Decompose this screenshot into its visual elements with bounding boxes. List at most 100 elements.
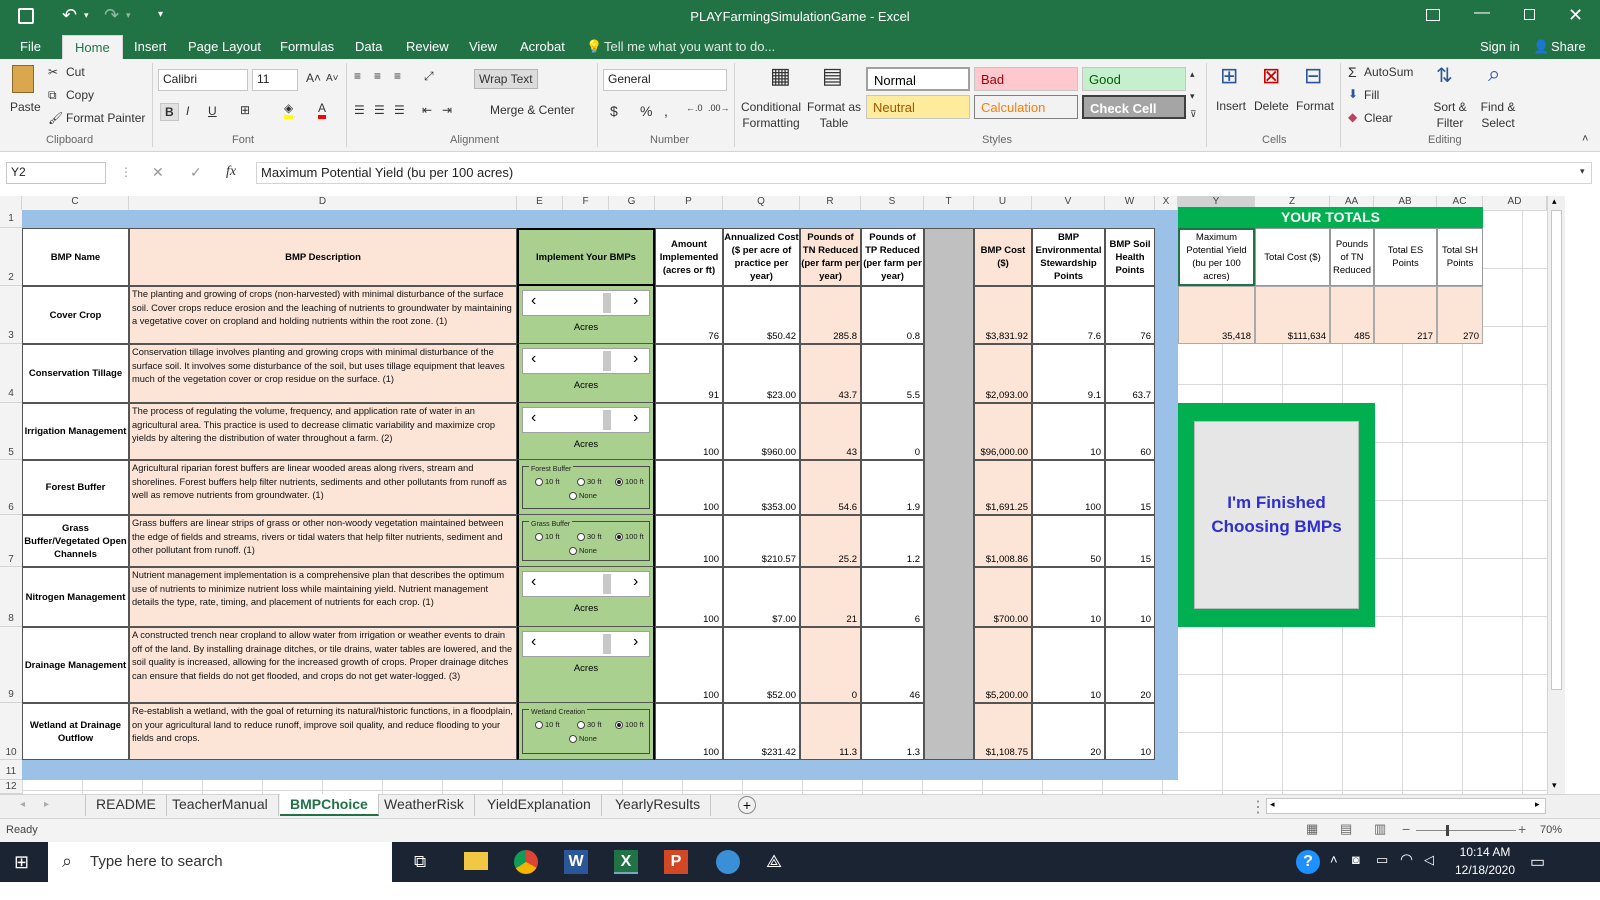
align-left-icon[interactable]: ☰: [354, 103, 365, 117]
zoom-out-icon[interactable]: −: [1402, 821, 1410, 837]
tab-review[interactable]: Review: [406, 37, 449, 57]
bmp-tn-value[interactable]: 43.7: [800, 344, 861, 403]
total-cost-value[interactable]: $111,634: [1255, 286, 1330, 344]
column-header[interactable]: R: [800, 196, 861, 210]
tray-up-icon[interactable]: ˄: [1330, 852, 1338, 867]
bmp-bmp-cost-value[interactable]: $1,691.25: [974, 460, 1032, 515]
align-bottom-icon[interactable]: ≡: [394, 69, 401, 83]
row-header[interactable]: 7: [0, 515, 22, 567]
minimize-icon[interactable]: —: [1474, 4, 1490, 22]
finish-button[interactable]: I'm Finished Choosing BMPs: [1194, 421, 1359, 609]
merge-center-button[interactable]: Merge & Center: [490, 103, 575, 117]
vertical-scroll-thumb[interactable]: [1551, 210, 1562, 690]
sheet-tab-readme[interactable]: README: [85, 794, 167, 816]
tab-home[interactable]: Home: [62, 35, 123, 59]
align-middle-icon[interactable]: ≡: [374, 69, 381, 83]
currency-icon[interactable]: $: [610, 103, 618, 119]
bmp-tp-value[interactable]: 5.5: [861, 344, 924, 403]
borders-icon[interactable]: ⊞: [240, 103, 250, 117]
bmp-es-value[interactable]: 100: [1032, 460, 1105, 515]
help-icon[interactable]: ?: [1296, 850, 1320, 874]
format-cells-button[interactable]: Format: [1296, 99, 1334, 113]
tab-data[interactable]: Data: [355, 37, 382, 57]
radio-100ft[interactable]: 100 ft: [615, 477, 644, 487]
column-header[interactable]: E: [517, 196, 563, 210]
italic-icon[interactable]: I: [186, 104, 189, 118]
radio-10ft[interactable]: 10 ft: [535, 532, 560, 542]
close-icon[interactable]: ✕: [1568, 5, 1583, 26]
fill-color-icon[interactable]: ◈: [284, 101, 294, 119]
radio-100ft[interactable]: 100 ft: [615, 720, 644, 730]
scroll-left-arrow-icon[interactable]: ‹: [531, 633, 536, 651]
bmp-amount-value[interactable]: 100: [655, 567, 723, 627]
formula-input[interactable]: Maximum Potential Yield (bu per 100 acre…: [256, 162, 1592, 184]
style-calculation[interactable]: Calculation: [974, 95, 1078, 119]
row-header[interactable]: 10: [0, 703, 22, 760]
page-break-view-icon[interactable]: ▥: [1374, 821, 1386, 837]
style-good[interactable]: Good: [1082, 67, 1186, 91]
total-tn-value[interactable]: 485: [1330, 286, 1374, 344]
page-layout-view-icon[interactable]: ▤: [1340, 821, 1352, 837]
style-normal[interactable]: Normal: [866, 67, 970, 91]
column-header[interactable]: V: [1032, 196, 1105, 210]
column-header[interactable]: P: [655, 196, 723, 210]
bold-icon[interactable]: B: [160, 103, 179, 121]
normal-view-icon[interactable]: ▦: [1306, 821, 1318, 837]
chrome-icon[interactable]: [514, 850, 538, 874]
bmp-cost-value[interactable]: $231.42: [723, 703, 800, 760]
align-top-icon[interactable]: ≡: [354, 69, 361, 83]
collapse-ribbon-icon[interactable]: ˄: [1582, 133, 1588, 145]
radio-10ft[interactable]: 10 ft: [535, 720, 560, 730]
style-check-cell[interactable]: Check Cell: [1082, 95, 1186, 119]
excel-icon[interactable]: X: [614, 850, 638, 874]
grow-font-icon[interactable]: A˄: [306, 71, 321, 85]
globe-search-icon[interactable]: [716, 850, 740, 874]
font-color-icon[interactable]: A: [318, 101, 327, 119]
bmp-tn-value[interactable]: 285.8: [800, 286, 861, 344]
paste-icon[interactable]: [12, 65, 34, 93]
column-header[interactable]: W: [1105, 196, 1155, 210]
row-header[interactable]: 9: [0, 627, 22, 703]
total-es-value[interactable]: 217: [1374, 286, 1437, 344]
restore-icon[interactable]: [1524, 9, 1535, 20]
shrink-font-icon[interactable]: A˅: [326, 73, 339, 84]
sheet-tab-yearlyresults[interactable]: YearlyResults: [605, 794, 712, 816]
insert-function-icon[interactable]: fx: [226, 164, 236, 180]
row-header[interactable]: 3: [0, 286, 22, 344]
increase-indent-icon[interactable]: ⇥: [442, 103, 452, 117]
row-header[interactable]: 2: [0, 228, 22, 286]
column-header[interactable]: X: [1155, 196, 1178, 210]
wrap-text-button[interactable]: Wrap Text: [474, 69, 538, 89]
bmp-sh-value[interactable]: 76: [1105, 286, 1155, 344]
zoom-slider-thumb[interactable]: [1446, 825, 1449, 836]
column-header[interactable]: T: [924, 196, 974, 210]
bmp-es-value[interactable]: 10: [1032, 567, 1105, 627]
horizontal-scrollbar[interactable]: ◂ ▸: [1266, 798, 1546, 814]
powerpoint-icon[interactable]: P: [664, 850, 688, 874]
windows-start-icon[interactable]: ⊞: [14, 852, 29, 873]
scroll-thumb[interactable]: [603, 574, 611, 594]
scroll-left-arrow-icon[interactable]: ‹: [531, 409, 536, 427]
row-header[interactable]: 1: [0, 210, 22, 228]
volume-icon[interactable]: ◁: [1424, 852, 1434, 868]
bmp-bmp-cost-value[interactable]: $5,200.00: [974, 627, 1032, 703]
taskbar-search[interactable]: ⌕ Type here to search: [48, 842, 392, 882]
zoom-level[interactable]: 70%: [1540, 824, 1562, 836]
scroll-thumb[interactable]: [603, 410, 611, 430]
clock-date[interactable]: 12/18/2020: [1450, 863, 1520, 877]
styles-scroll-down-icon[interactable]: ▾: [1190, 91, 1195, 102]
number-format-select[interactable]: General: [603, 69, 727, 91]
scroll-left-arrow-icon[interactable]: ‹: [531, 350, 536, 368]
sheet-tab-bmpchoice[interactable]: BMPChoice: [280, 794, 379, 816]
decrease-indent-icon[interactable]: ⇤: [422, 103, 432, 117]
total-yield-value[interactable]: 35,418: [1178, 286, 1255, 344]
bmp-es-value[interactable]: 10: [1032, 403, 1105, 460]
bmp-es-value[interactable]: 7.6: [1032, 286, 1105, 344]
row-header[interactable]: 11: [0, 760, 22, 780]
row-header[interactable]: 12: [0, 780, 22, 794]
bmp-tn-value[interactable]: 43: [800, 403, 861, 460]
sheet-tab-teachermanual[interactable]: TeacherManual: [162, 794, 279, 816]
increase-decimal-icon[interactable]: ←.0: [686, 103, 703, 113]
font-name-select[interactable]: Calibri: [158, 69, 248, 91]
bmp-tn-value[interactable]: 11.3: [800, 703, 861, 760]
